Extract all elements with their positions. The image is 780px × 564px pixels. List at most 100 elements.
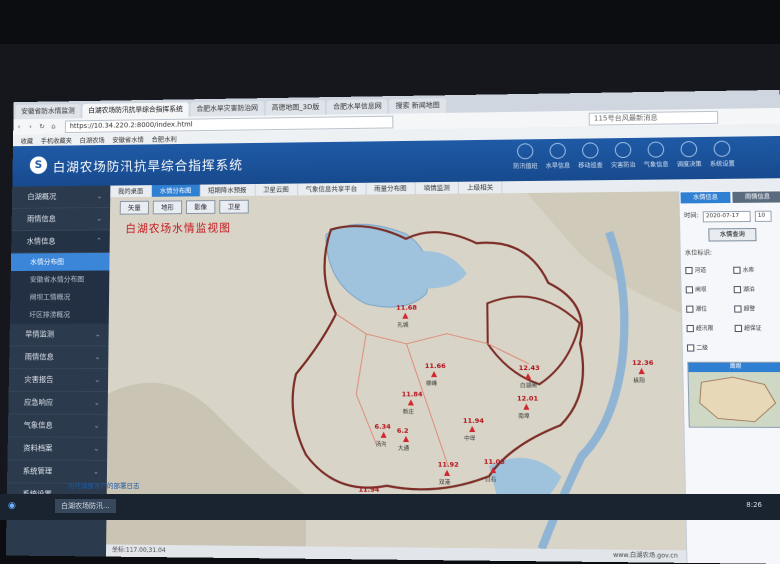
- station-value[interactable]: 11.92: [438, 461, 459, 469]
- sidebar-item-water[interactable]: 水情信息 ⌃: [11, 230, 110, 254]
- header-icon-weather[interactable]: 气象信息: [639, 141, 672, 169]
- station-value[interactable]: 11.66: [425, 362, 446, 370]
- filter-checkbox[interactable]: 超汛限: [686, 324, 730, 333]
- sidebar-subitem-province-map[interactable]: 安徽省水情分布图: [10, 270, 110, 289]
- station-value[interactable]: 11.68: [396, 304, 417, 312]
- terrain-layer-button[interactable]: 地形: [152, 200, 183, 215]
- header-icon-water[interactable]: 水旱信息: [541, 142, 574, 170]
- bookmark-item[interactable]: 安徽省水情: [112, 134, 144, 144]
- sidebar-item-drought[interactable]: 旱情监测 ⌄: [9, 323, 109, 347]
- sidebar-item-archive[interactable]: 资料档案 ⌄: [7, 437, 108, 461]
- tab-rain-map[interactable]: 雨量分布图: [366, 182, 416, 195]
- start-icon[interactable]: ◉: [8, 501, 16, 511]
- taskbar-window[interactable]: 白湖农场防汛...: [55, 499, 116, 513]
- station-marker-icon[interactable]: [638, 367, 645, 375]
- station-value[interactable]: 6.34: [374, 423, 390, 431]
- tab-weather-share[interactable]: 气象信息共享平台: [297, 182, 367, 196]
- sidebar-subitem-water-map[interactable]: 水情分布图: [10, 252, 110, 272]
- browser-tab[interactable]: 搜索 新闻地图: [389, 98, 446, 114]
- image-layer-button[interactable]: 影像: [185, 200, 216, 215]
- filter-checkbox[interactable]: 超警: [734, 304, 778, 313]
- browser-search-input[interactable]: 115号台风最新消息: [588, 110, 719, 126]
- date-input[interactable]: 2020-07-17: [702, 210, 751, 223]
- station-marker-icon[interactable]: [524, 373, 532, 380]
- sidebar-item-rain[interactable]: 雨情信息 ⌄: [11, 207, 111, 232]
- station-marker-icon[interactable]: [380, 431, 387, 438]
- tab-desktop[interactable]: 我的桌面: [110, 185, 153, 198]
- station-value[interactable]: 11.94: [358, 486, 379, 494]
- checkbox-icon[interactable]: [734, 305, 742, 313]
- browser-tab[interactable]: 安徽省防水情监测: [15, 103, 81, 120]
- bookmark-item[interactable]: 手机收藏夹: [41, 135, 72, 145]
- filter-checkbox[interactable]: 潮位: [686, 304, 730, 313]
- station-value[interactable]: 12.01: [517, 394, 538, 402]
- chevron-down-icon: ⌄: [94, 375, 101, 384]
- filter-checkbox[interactable]: 闸坝: [685, 285, 730, 294]
- browser-tab-active[interactable]: 白湖农场防汛抗旱综合指挥系统: [82, 102, 189, 119]
- checkbox-icon[interactable]: [686, 344, 695, 352]
- statusbar-link[interactable]: www.白湖农场.gov.cn: [613, 550, 678, 563]
- overview-minimap[interactable]: 鹰眼: [687, 361, 780, 428]
- filter-checkbox[interactable]: 超保证: [734, 324, 779, 333]
- sidebar-item-rain2[interactable]: 雨情信息 ⌄: [9, 346, 109, 370]
- checkbox-icon[interactable]: [733, 266, 741, 274]
- vector-layer-button[interactable]: 矢量: [119, 200, 150, 215]
- header-icon-patrol[interactable]: 移动巡查: [574, 142, 607, 169]
- station-marker-icon[interactable]: [430, 371, 438, 378]
- sidebar-item-report[interactable]: 灾害报告 ⌄: [8, 369, 109, 392]
- station-value[interactable]: 11.94: [463, 417, 484, 425]
- station-value[interactable]: 12.43: [519, 364, 540, 372]
- hour-select[interactable]: 10: [754, 210, 772, 222]
- browser-tab[interactable]: 高德地图_3D版: [265, 100, 326, 116]
- forward-icon[interactable]: ›: [25, 123, 37, 131]
- tab-rain-info[interactable]: 雨情信息: [732, 191, 780, 203]
- station-marker-icon[interactable]: [490, 466, 497, 474]
- checkbox-icon[interactable]: [733, 286, 742, 294]
- browser-tab[interactable]: 合肥水旱信息网: [327, 99, 388, 115]
- filter-checkbox[interactable]: 湖泊: [733, 285, 778, 294]
- filter-checkbox[interactable]: 河道: [685, 266, 729, 275]
- station-value[interactable]: 11.84: [402, 390, 423, 398]
- tab-superior[interactable]: 上级相关: [458, 181, 503, 194]
- bookmark-item[interactable]: 白湖农场: [80, 134, 105, 144]
- taskbar-link[interactable]: 历代填报水产的部署日志: [68, 480, 140, 490]
- header-icon-duty[interactable]: 防汛值班: [509, 143, 542, 170]
- tab-water-info[interactable]: 水情信息: [680, 191, 731, 204]
- filter-checkbox[interactable]: 二级: [686, 343, 731, 352]
- station-value[interactable]: 12.36: [632, 359, 654, 367]
- checkbox-icon[interactable]: [734, 324, 743, 333]
- filter-checkbox[interactable]: 水库: [733, 265, 777, 274]
- station-marker-icon[interactable]: [407, 399, 414, 406]
- tab-satellite[interactable]: 卫星云图: [255, 183, 298, 196]
- header-icon-disaster[interactable]: 灾害防治: [607, 141, 640, 169]
- sidebar-subitem-drain[interactable]: 圩区排涝概况: [9, 305, 109, 324]
- checkbox-icon[interactable]: [686, 324, 694, 333]
- station-value[interactable]: 6.2: [397, 427, 409, 435]
- tab-soil[interactable]: 墒情监测: [415, 181, 459, 195]
- sidebar-subitem-gate[interactable]: 闸坝工情概况: [10, 288, 110, 307]
- checkbox-icon[interactable]: [686, 305, 694, 313]
- checkbox-icon[interactable]: [685, 266, 693, 275]
- sidebar-item-overview[interactable]: 白湖概况 ⌄: [11, 185, 111, 209]
- header-icon-dispatch[interactable]: 调度决策: [672, 141, 706, 168]
- station-marker-icon[interactable]: [402, 312, 409, 319]
- station-marker-icon[interactable]: [402, 435, 410, 443]
- browser-tab[interactable]: 合肥水旱灾害防治网: [190, 101, 264, 117]
- home-icon[interactable]: ⌂: [48, 123, 60, 131]
- back-icon[interactable]: ‹: [13, 123, 25, 131]
- station-marker-icon[interactable]: [523, 403, 530, 410]
- tab-forecast[interactable]: 短期降水预报: [200, 183, 256, 197]
- sidebar-item-weather[interactable]: 气象信息 ⌄: [7, 414, 108, 438]
- header-icon-settings[interactable]: 系统设置: [705, 140, 739, 168]
- bookmark-item[interactable]: 收藏: [21, 135, 34, 145]
- checkbox-icon[interactable]: [685, 286, 694, 294]
- station-value[interactable]: 11.03: [484, 458, 505, 466]
- sidebar-item-emergency[interactable]: 应急响应 ⌄: [8, 391, 108, 415]
- query-button[interactable]: 水情查询: [708, 228, 757, 242]
- refresh-icon[interactable]: ↻: [36, 123, 48, 131]
- satellite-layer-button[interactable]: 卫星: [219, 199, 249, 214]
- bookmark-item[interactable]: 合肥水利: [151, 133, 176, 143]
- station-marker-icon[interactable]: [469, 425, 476, 433]
- station-marker-icon[interactable]: [443, 469, 451, 476]
- tab-water-map[interactable]: 水情分布图: [151, 184, 201, 197]
